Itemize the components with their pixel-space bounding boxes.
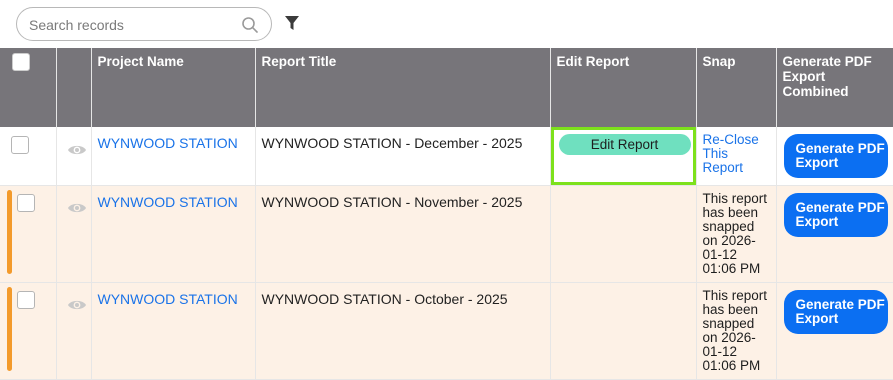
records-table: Project Name Report Title Edit Report Sn…	[0, 48, 893, 380]
table-row: WYNWOOD STATION WYNWOOD STATION - Novemb…	[0, 185, 893, 283]
row-checkbox[interactable]	[17, 290, 35, 309]
header-project-name[interactable]: Project Name	[91, 48, 256, 127]
row-select-cell	[0, 127, 57, 186]
report-title-cell: WYNWOOD STATION - October - 2025	[255, 282, 551, 380]
snap-status-text: This report has been snapped on 2026-01-…	[702, 190, 768, 276]
project-link[interactable]: WYNWOOD STATION	[98, 194, 249, 210]
row-checkbox[interactable]	[11, 136, 29, 154]
select-all-cell	[0, 48, 57, 127]
header-snap[interactable]: Snap	[696, 48, 777, 127]
generate-pdf-cell: Generate PDF Export	[776, 127, 893, 186]
report-title: WYNWOOD STATION - October - 2025	[261, 290, 508, 307]
generate-pdf-button[interactable]: Generate PDF Export	[783, 192, 888, 237]
eye-icon[interactable]	[67, 298, 87, 312]
header-edit-report[interactable]: Edit Report	[550, 48, 697, 127]
row-view-cell	[56, 282, 92, 380]
project-name-cell: WYNWOOD STATION	[91, 185, 256, 283]
snap-status-text: This report has been snapped on 2026-01-…	[702, 287, 768, 373]
generate-pdf-button[interactable]: Generate PDF Export	[783, 289, 888, 334]
edit-report-cell	[550, 185, 697, 283]
row-select-cell	[0, 185, 57, 283]
report-title: WYNWOOD STATION - November - 2025	[261, 193, 523, 210]
report-title-cell: WYNWOOD STATION - December - 2025	[255, 127, 551, 186]
snap-cell: This report has been snapped on 2026-01-…	[696, 282, 777, 380]
search-icon[interactable]	[241, 16, 259, 34]
filter-icon[interactable]	[283, 14, 301, 32]
row-view-cell	[56, 185, 92, 283]
project-name-cell: WYNWOOD STATION	[91, 282, 256, 380]
row-status-marker	[7, 286, 12, 371]
project-link[interactable]: WYNWOOD STATION	[98, 291, 249, 307]
report-title-cell: WYNWOOD STATION - November - 2025	[255, 185, 551, 283]
search-box[interactable]	[16, 7, 272, 41]
eye-icon[interactable]	[67, 143, 87, 157]
generate-pdf-cell: Generate PDF Export	[776, 185, 893, 283]
eye-icon[interactable]	[67, 201, 87, 215]
edit-report-cell: Edit Report	[550, 127, 697, 186]
re-close-report-link[interactable]: Re-Close This Report	[703, 133, 770, 175]
table-row: WYNWOOD STATION WYNWOOD STATION - Decemb…	[0, 127, 893, 186]
project-name-cell: WYNWOOD STATION	[91, 127, 256, 186]
search-input[interactable]	[29, 15, 239, 35]
row-view-cell	[56, 127, 92, 186]
snap-cell: Re-Close This Report	[696, 127, 777, 186]
header-generate-pdf[interactable]: Generate PDF Export Combined	[776, 48, 893, 127]
generate-pdf-button[interactable]: Generate PDF Export	[783, 134, 888, 178]
table-row: WYNWOOD STATION WYNWOOD STATION - Octobe…	[0, 282, 893, 380]
header-view	[56, 48, 92, 127]
report-title: WYNWOOD STATION - December - 2025	[261, 135, 523, 151]
project-link[interactable]: WYNWOOD STATION	[98, 135, 249, 151]
snap-cell: This report has been snapped on 2026-01-…	[696, 185, 777, 283]
toolbar	[0, 0, 893, 48]
edit-report-button[interactable]: Edit Report	[558, 134, 691, 155]
table-header-row: Project Name Report Title Edit Report Sn…	[0, 48, 893, 127]
row-status-marker	[7, 189, 12, 274]
row-select-cell	[0, 282, 57, 380]
edit-report-cell	[550, 282, 697, 380]
row-checkbox[interactable]	[17, 193, 35, 212]
header-report-title[interactable]: Report Title	[255, 48, 551, 127]
select-all-checkbox[interactable]	[12, 53, 30, 71]
generate-pdf-cell: Generate PDF Export	[776, 282, 893, 380]
